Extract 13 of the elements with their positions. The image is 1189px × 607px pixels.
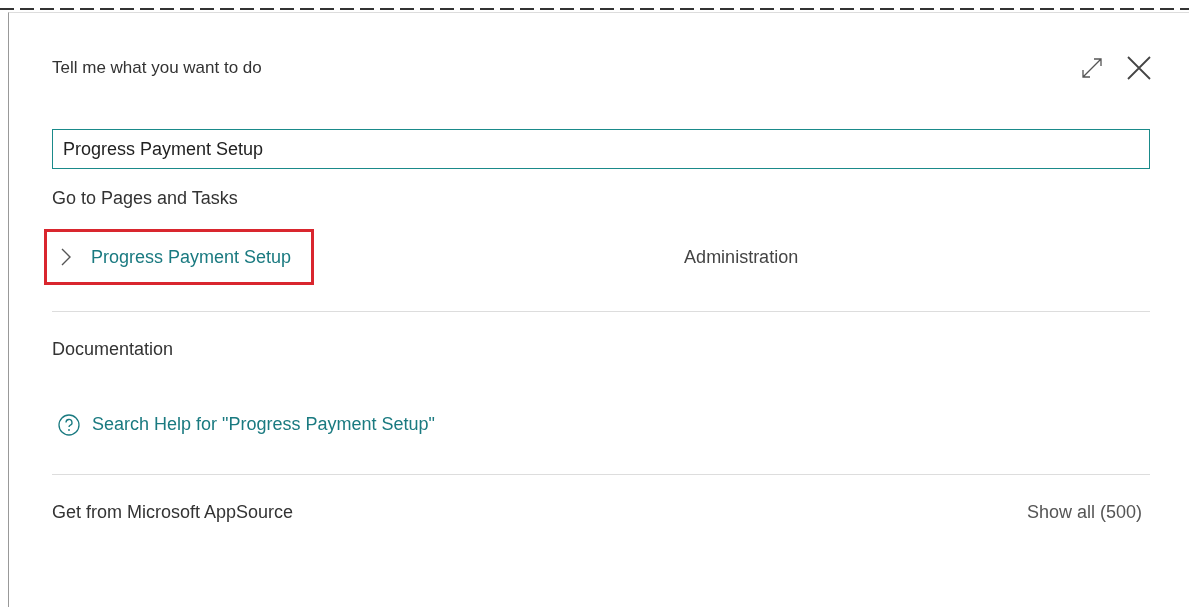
chevron-icon — [61, 248, 71, 266]
help-icon — [58, 413, 80, 436]
dialog-title: Tell me what you want to do — [52, 58, 262, 78]
category-label: Administration — [684, 246, 799, 268]
section-heading: Documentation — [52, 339, 174, 360]
help-link[interactable]: Search Help for "Progress Payment Setup" — [58, 413, 435, 436]
close-icon[interactable] — [1126, 55, 1152, 81]
search-field[interactable]: Progress Payment Setup — [52, 129, 1150, 169]
section-heading: Go to Pages and Tasks — [52, 187, 238, 209]
expand-icon[interactable] — [1080, 56, 1104, 80]
page-link[interactable]: Progress Payment Setup — [44, 229, 315, 285]
show-all-link[interactable]: Show all (500) — [1026, 502, 1142, 523]
section-heading: Get from Microsoft AppSource — [52, 502, 294, 523]
